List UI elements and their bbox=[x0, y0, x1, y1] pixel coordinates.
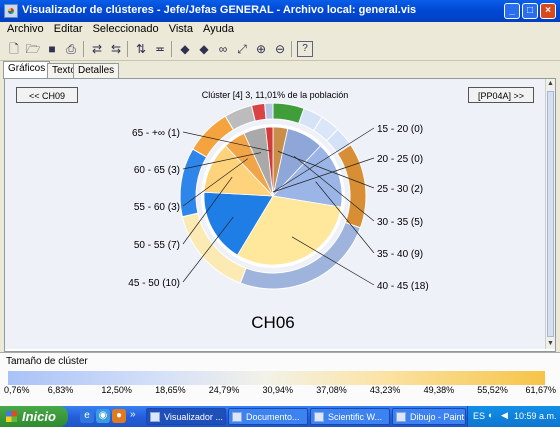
slice-label: 40 - 45 (18) bbox=[377, 281, 429, 292]
slice-label: 30 - 35 (5) bbox=[377, 217, 423, 228]
menu-ayuda[interactable]: Ayuda bbox=[203, 23, 234, 35]
network-icon[interactable]: ◐ bbox=[488, 410, 493, 420]
task-icon bbox=[396, 412, 406, 422]
legend-tick: 30,94% bbox=[262, 385, 294, 395]
internet-explorer-icon[interactable]: e bbox=[80, 409, 94, 423]
center-variable-label: CH06 bbox=[251, 313, 295, 332]
maximize-button[interactable]: □ bbox=[522, 3, 538, 19]
task-label: Documento... bbox=[246, 412, 300, 422]
task-scientific[interactable]: Scientific W... bbox=[310, 408, 390, 425]
task-paint[interactable]: Dibujo - Paint bbox=[392, 408, 466, 425]
legend-tick: 37,08% bbox=[316, 385, 347, 395]
help-icon[interactable]: ? bbox=[297, 41, 313, 57]
legend-tick: 49,38% bbox=[423, 385, 455, 395]
zoom-in-icon[interactable]: ⊕ bbox=[253, 41, 269, 57]
toolbar-separator bbox=[127, 41, 128, 57]
scroll-down-icon[interactable]: ▼ bbox=[546, 339, 555, 349]
legend-ticks: 0,76% 6,83% 12,50% 18,65% 24,79% 30,94% 37,08%… bbox=[0, 383, 560, 395]
browser-icon[interactable]: ● bbox=[112, 409, 126, 423]
quicklaunch-icon[interactable]: ◉ bbox=[96, 409, 110, 423]
system-tray: ES ◐ ◀ 10:59 a.m. bbox=[467, 406, 560, 427]
tab-detalles[interactable]: Detalles bbox=[73, 63, 120, 78]
window-title: Visualizador de clústeres - Jefe/Jefas G… bbox=[22, 4, 417, 16]
volume-icon[interactable]: ◀ bbox=[501, 410, 508, 421]
legend-tick: 12,50% bbox=[101, 385, 132, 395]
slice-label: 15 - 20 (0) bbox=[377, 124, 423, 135]
menu-bar: Archivo Editar Seleccionado Vista Ayuda bbox=[0, 22, 560, 38]
plot-area: << CH09 Clúster [4] 3, 11,01% de la pobl… bbox=[5, 79, 545, 349]
legend-tick: 24,79% bbox=[208, 385, 240, 395]
scroll-up-icon[interactable]: ▲ bbox=[546, 79, 555, 89]
outer-ring-segment bbox=[264, 102, 274, 120]
start-label: Inicio bbox=[22, 409, 56, 424]
cursor-icon[interactable]: ⤢ bbox=[234, 41, 250, 57]
slice-label: 65 - +∞ (1) bbox=[132, 128, 180, 139]
slice-label: 60 - 65 (3) bbox=[134, 165, 180, 176]
menu-archivo[interactable]: Archivo bbox=[7, 23, 44, 35]
zoom-out-icon[interactable]: ⊖ bbox=[272, 41, 288, 57]
legend-tick: 0,76% bbox=[4, 385, 30, 395]
swap-back-icon[interactable]: ⇆ bbox=[108, 41, 124, 57]
slice-label: 45 - 50 (10) bbox=[128, 278, 180, 289]
new-file-icon[interactable]: 🗋 bbox=[6, 41, 22, 57]
menu-editar[interactable]: Editar bbox=[54, 23, 83, 35]
start-button[interactable]: Inicio bbox=[0, 406, 68, 427]
tab-strip: Gráficos Texto Detalles bbox=[0, 61, 560, 79]
legend-tick: 18,65% bbox=[155, 385, 186, 395]
legend-tick: 6,83% bbox=[47, 385, 74, 395]
toolbar-separator bbox=[83, 41, 84, 57]
cluster-pie-chart: 15 - 20 (0) 20 - 25 (0) 25 - 30 (2) 30 - 35… bbox=[128, 102, 429, 292]
clock: 10:59 a.m. bbox=[514, 411, 557, 421]
legend-tick: 61,67% bbox=[525, 385, 556, 395]
slice-label: 20 - 25 (0) bbox=[377, 154, 423, 165]
language-indicator[interactable]: ES bbox=[473, 411, 485, 421]
taskbar: Inicio e ◉ ● » Visualizador ... Document… bbox=[0, 406, 560, 427]
task-documento[interactable]: Documento... bbox=[228, 408, 308, 425]
cluster-size-legend: Tamaño de clúster 0,76% 6,83% 12,50% 18,65%… bbox=[0, 352, 560, 409]
task-label: Dibujo - Paint bbox=[410, 412, 465, 422]
app-icon bbox=[4, 4, 18, 18]
arrow-left-icon[interactable]: ◆ bbox=[177, 41, 193, 57]
slice-label: 55 - 60 (3) bbox=[134, 202, 180, 213]
task-icon bbox=[314, 412, 324, 422]
legend-tick: 55,52% bbox=[477, 385, 508, 395]
slice-label: 25 - 30 (2) bbox=[377, 184, 423, 195]
scroll-thumb[interactable] bbox=[547, 91, 554, 337]
close-button[interactable]: × bbox=[540, 3, 556, 19]
toolbar-separator bbox=[291, 41, 292, 57]
menu-vista[interactable]: Vista bbox=[169, 23, 193, 35]
legend-tick: 43,23% bbox=[369, 385, 401, 395]
open-folder-icon[interactable]: 🗁 bbox=[25, 41, 41, 57]
arrow-right-icon[interactable]: ◆ bbox=[196, 41, 212, 57]
task-visualizador[interactable]: Visualizador ... bbox=[146, 408, 226, 425]
vertical-scrollbar[interactable]: ▲ ▼ bbox=[545, 79, 555, 349]
swap-icon[interactable]: ⇄ bbox=[89, 41, 105, 57]
windows-flag-icon bbox=[6, 411, 17, 422]
menu-seleccionado[interactable]: Seleccionado bbox=[93, 23, 159, 35]
slice-label: 35 - 40 (9) bbox=[377, 249, 423, 260]
task-label: Visualizador ... bbox=[164, 412, 223, 422]
task-label: Scientific W... bbox=[328, 412, 383, 422]
toolbar: 🗋 🗁 ■ ⎙ ⇄ ⇆ ⇅ ≖ ◆ ◆ ∞ ⤢ ⊕ ⊖ ? bbox=[0, 38, 560, 61]
legend-title: Tamaño de clúster bbox=[6, 356, 88, 367]
title-bar: Visualizador de clústeres - Jefe/Jefas G… bbox=[0, 0, 560, 22]
save-icon[interactable]: ■ bbox=[44, 41, 60, 57]
binoculars-icon[interactable]: ∞ bbox=[215, 41, 231, 57]
sort-icon[interactable]: ⇅ bbox=[133, 41, 149, 57]
filter-icon[interactable]: ≖ bbox=[152, 41, 168, 57]
graphics-panel: << CH09 Clúster [4] 3, 11,01% de la pobl… bbox=[4, 78, 556, 352]
toolbar-separator bbox=[171, 41, 172, 57]
slice-label: 50 - 55 (7) bbox=[134, 240, 180, 251]
task-icon bbox=[232, 412, 242, 422]
quicklaunch-more-icon[interactable]: » bbox=[130, 409, 136, 420]
print-icon[interactable]: ⎙ bbox=[63, 41, 79, 57]
tab-graficos[interactable]: Gráficos bbox=[3, 61, 51, 79]
task-icon bbox=[150, 412, 160, 422]
minimize-button[interactable]: _ bbox=[504, 3, 520, 19]
